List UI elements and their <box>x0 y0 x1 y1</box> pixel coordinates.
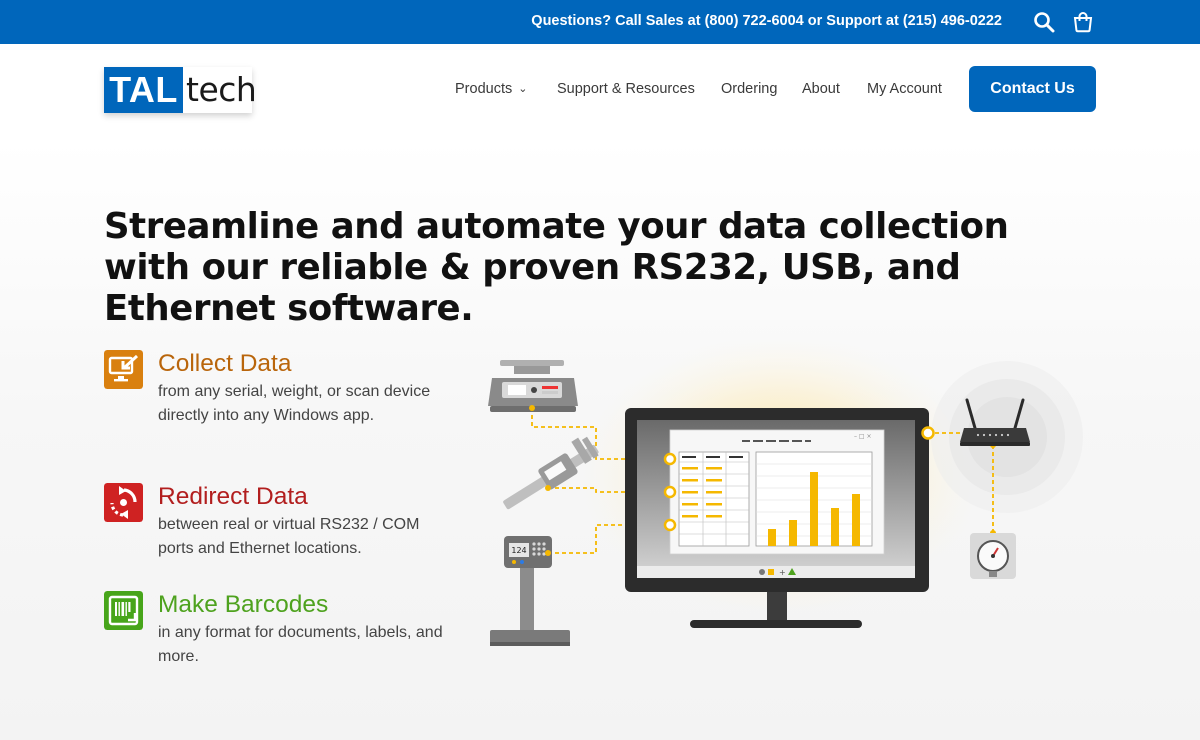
feature-description: between real or virtual RS232 / COM port… <box>158 516 420 557</box>
nav-ordering[interactable]: Ordering <box>721 81 777 97</box>
search-icon[interactable] <box>1033 11 1055 33</box>
scale-display-value: 124 <box>511 546 526 555</box>
sales-phone-link[interactable]: (800) 722-6004 <box>705 13 804 29</box>
chevron-down-icon: ⌄ <box>518 83 528 95</box>
cart-icon[interactable] <box>1072 11 1094 33</box>
svg-text:– □ ×: – □ × <box>854 433 872 440</box>
nav-products-label: Products <box>455 81 513 97</box>
or-support-label: or Support at <box>807 13 899 29</box>
hero-headline: Streamline and automate your data collec… <box>104 206 1009 329</box>
hero-section: Streamline and automate your data collec… <box>0 140 1200 740</box>
contact-us-button[interactable]: Contact Us <box>969 66 1096 112</box>
redirect-data-icon <box>104 483 143 522</box>
weighing-scale-icon <box>488 360 578 412</box>
spreadsheet-window: – □ × <box>669 429 885 555</box>
feature-description: from any serial, weight, or scan device … <box>158 383 431 424</box>
barcode-icon <box>104 591 143 630</box>
logo-tal: TAL <box>104 67 183 113</box>
logo-tech: tech <box>186 70 257 109</box>
top-bar: Questions? Call Sales at (800) 722-6004 … <box>0 0 1200 44</box>
nav-products[interactable]: Products ⌄ <box>455 81 527 97</box>
taltech-logo[interactable]: TAL tech <box>104 67 257 113</box>
support-phone-link[interactable]: (215) 496-0222 <box>903 13 1002 29</box>
nav-my-account[interactable]: My Account <box>867 81 942 97</box>
questions-label: Questions? <box>531 13 612 29</box>
nav-support-resources[interactable]: Support & Resources <box>557 81 695 97</box>
call-sales-label: Call Sales at <box>615 13 701 29</box>
svg-text:+: + <box>779 568 786 577</box>
site-header: TAL tech Products ⌄ Support & Resources O… <box>0 44 1200 140</box>
feature-title: Make Barcodes <box>158 591 329 618</box>
nav-about[interactable]: About <box>802 81 840 97</box>
pressure-gauge-icon <box>970 533 1016 579</box>
feature-title: Redirect Data <box>158 483 308 510</box>
contact-info: Questions? Call Sales at (800) 722-6004 … <box>531 13 1002 29</box>
data-collection-illustration: 124 + – □ × <box>488 340 1083 646</box>
feature-description: in any format for documents, labels, and… <box>158 624 443 665</box>
collect-data-icon <box>104 350 143 389</box>
feature-title: Collect Data <box>158 350 292 377</box>
